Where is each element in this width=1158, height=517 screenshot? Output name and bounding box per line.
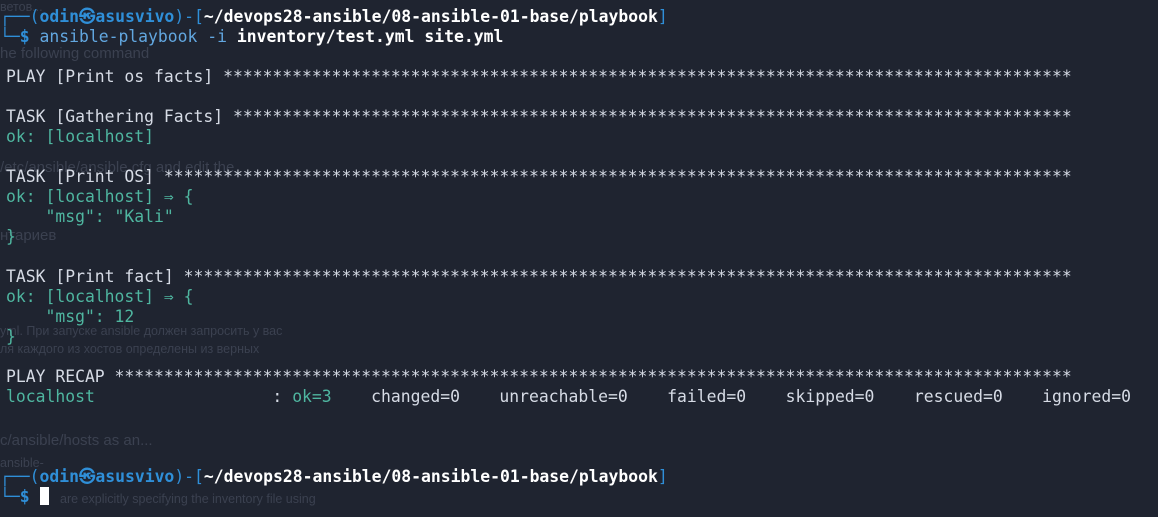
command-name: ansible-playbook: [39, 27, 198, 46]
prompt-host: asusvivo: [95, 467, 175, 486]
prompt-at-symbol: ㉿: [78, 7, 96, 26]
prompt-line: ┌──(odin㉿asusvivo)-[~/devops28-ansible/0…: [0, 7, 668, 26]
task-header: TASK [Print fact] **********************…: [6, 267, 1072, 286]
recap-ok: ok=3: [292, 387, 332, 406]
command-args: inventory/test.yml site.yml: [236, 27, 504, 46]
prompt-path: ~/devops28-ansible/08-ansible-01-base/pl…: [203, 467, 658, 486]
prompt-at-symbol: ㉿: [78, 467, 96, 486]
command-flag: -i: [207, 27, 228, 46]
task-result: ok: [localhost]: [6, 127, 155, 146]
command-line: └─$ ansible-playbook -i inventory/test.y…: [0, 27, 504, 46]
recap-header: PLAY RECAP *****************************…: [6, 367, 1072, 386]
prompt-path: ~/devops28-ansible/08-ansible-01-base/pl…: [203, 7, 658, 26]
text-cursor[interactable]: [39, 487, 49, 505]
play-header: PLAY [Print os facts] ******************…: [6, 67, 1072, 86]
prompt-user: odin: [39, 467, 79, 486]
command-line[interactable]: └─$: [0, 487, 49, 507]
task-header: TASK [Gathering Facts] *****************…: [6, 107, 1072, 126]
task-msg: "msg": 12: [6, 307, 135, 326]
recap-host: localhost: [6, 387, 95, 406]
recap-line: localhost : ok=3 changed=0 unreachable=0…: [6, 387, 1131, 407]
prompt-line: ┌──(odin㉿asusvivo)-[~/devops28-ansible/0…: [0, 467, 668, 486]
task-result: ok: [localhost] ⇒ {: [6, 287, 194, 306]
task-close: }: [6, 327, 16, 346]
prompt-dollar: $: [19, 27, 30, 46]
task-close: }: [6, 227, 16, 246]
task-header: TASK [Print OS] ************************…: [6, 167, 1072, 186]
prompt-dollar: $: [19, 487, 30, 506]
terminal-window[interactable]: ┌──(odin㉿asusvivo)-[~/devops28-ansible/0…: [0, 0, 1158, 517]
task-result: ok: [localhost] ⇒ {: [6, 187, 194, 206]
task-msg: "msg": "Kali": [6, 207, 174, 226]
recap-stats: changed=0 unreachable=0 failed=0 skipped…: [331, 387, 1131, 406]
prompt-user: odin: [39, 7, 79, 26]
recap-colon: :: [94, 387, 293, 406]
prompt-host: asusvivo: [95, 7, 175, 26]
